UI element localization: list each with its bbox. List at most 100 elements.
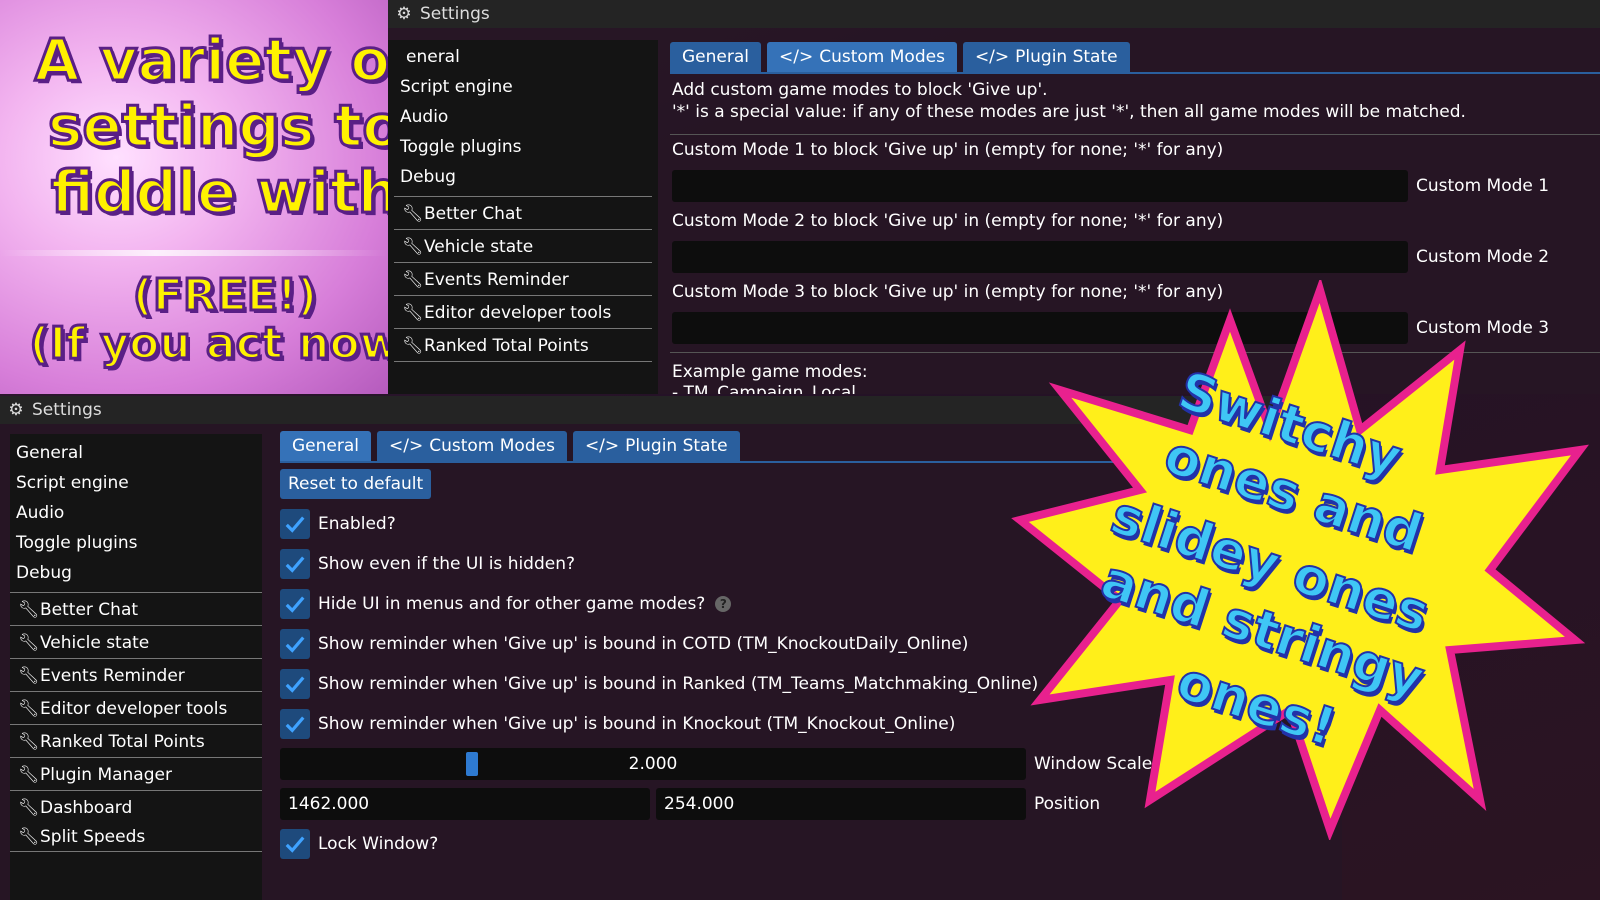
sidebar-item-audio[interactable]: Audio: [10, 498, 262, 528]
custom-mode-field-label: Custom Mode 2: [1416, 247, 1550, 267]
promo-line: fiddle with: [50, 157, 388, 228]
light-streak: [0, 250, 388, 256]
wrench-icon: 🔧︎: [402, 204, 424, 224]
knockout-reminder-checkbox[interactable]: [280, 709, 310, 739]
sidebar-item-plugin[interactable]: 🔧︎Events Reminder: [394, 263, 652, 296]
sidebar-item-debug[interactable]: Debug: [388, 162, 658, 192]
sidebar-item-plugin[interactable]: 🔧︎Ranked Total Points: [10, 725, 262, 758]
tab-general[interactable]: General: [670, 42, 761, 72]
tab-label: Plugin State: [1015, 47, 1118, 67]
custom-mode-1-input[interactable]: [672, 170, 1408, 202]
sidebar-item-label: Better Chat: [424, 204, 523, 224]
tab-bar: General </> Custom Modes </> Plugin State: [670, 42, 1130, 72]
ranked-reminder-checkbox[interactable]: [280, 669, 310, 699]
checkbox-label: Lock Window?: [318, 834, 439, 854]
sidebar-item-toggle-plugins[interactable]: Toggle plugins: [388, 132, 658, 162]
wrench-icon: 🔧︎: [18, 827, 40, 847]
starburst-callout: Switchy ones and slidey ones and stringy…: [1000, 280, 1590, 840]
tab-label: Custom Modes: [429, 436, 555, 456]
sidebar-item-label: Vehicle state: [40, 633, 150, 653]
sidebar-item-plugin[interactable]: 🔧︎Better Chat: [394, 197, 652, 230]
sidebar-item-general[interactable]: eneral: [388, 42, 658, 72]
checkbox-label: Enabled?: [318, 514, 396, 534]
promo-line: A variety of: [33, 25, 388, 96]
cotd-reminder-checkbox[interactable]: [280, 629, 310, 659]
checkbox-row: Show reminder when 'Give up' is bound in…: [280, 669, 1038, 699]
reset-to-default-button[interactable]: Reset to default: [280, 469, 432, 499]
sidebar-item-plugin[interactable]: 🔧︎Editor developer tools: [394, 296, 652, 329]
lock-window-checkbox[interactable]: [280, 829, 310, 859]
sidebar-item-audio[interactable]: Audio: [388, 102, 658, 132]
custom-mode-label: Custom Mode 1 to block 'Give up' in (emp…: [672, 140, 1224, 160]
wrench-icon: 🔧︎: [402, 336, 424, 356]
tab-underline: [670, 72, 1600, 74]
title-bar[interactable]: ⚙ Settings: [388, 0, 1600, 28]
sidebar-item-debug[interactable]: Debug: [10, 558, 262, 588]
checkbox-row: Hide UI in menus and for other game mode…: [280, 589, 732, 619]
sidebar-item-plugin[interactable]: 🔧︎Editor developer tools: [10, 692, 262, 725]
sidebar-item-plugin[interactable]: 🔧︎Split Speeds: [10, 823, 262, 852]
checkbox-label: Show reminder when 'Give up' is bound in…: [318, 714, 956, 734]
custom-mode-2-input[interactable]: [672, 241, 1408, 273]
slider-value: 2.000: [628, 754, 678, 774]
wrench-icon: 🔧︎: [18, 666, 40, 686]
sidebar-item-general[interactable]: General: [10, 438, 262, 468]
checkmark-icon: [285, 556, 305, 573]
sidebar-item-plugin[interactable]: 🔧︎Dashboard: [10, 791, 262, 823]
sidebar-item-script-engine[interactable]: Script engine: [388, 72, 658, 102]
sidebar-item-label: Ranked Total Points: [424, 336, 589, 356]
position-x-input[interactable]: 1462.000: [280, 788, 650, 820]
checkbox-row: Enabled?: [280, 509, 396, 539]
sidebar-item-plugin[interactable]: 🔧︎Ranked Total Points: [394, 329, 652, 362]
example-heading: Example game modes:: [672, 362, 868, 382]
sidebar-item-script-engine[interactable]: Script engine: [10, 468, 262, 498]
show-if-ui-hidden-checkbox[interactable]: [280, 549, 310, 579]
checkbox-row: Lock Window?: [280, 829, 438, 859]
enabled-checkbox[interactable]: [280, 509, 310, 539]
code-icon: </>: [389, 436, 424, 456]
sidebar-item-label: Editor developer tools: [424, 303, 612, 323]
wrench-icon: 🔧︎: [18, 633, 40, 653]
checkmark-icon: [285, 836, 305, 853]
checkmark-icon: [285, 596, 305, 613]
sidebar-item-label: Events Reminder: [40, 666, 185, 686]
position-y-input[interactable]: 254.000: [656, 788, 1026, 820]
code-icon: </>: [779, 47, 814, 67]
tab-plugin-state[interactable]: </> Plugin State: [572, 431, 740, 461]
sidebar-item-label: Editor developer tools: [40, 699, 228, 719]
tab-label: Plugin State: [625, 436, 728, 456]
code-icon: </>: [584, 436, 620, 456]
wrench-icon: 🔧︎: [18, 732, 40, 752]
code-icon: </>: [974, 47, 1010, 67]
sidebar-item-label: Events Reminder: [424, 270, 569, 290]
sidebar-item-plugin[interactable]: 🔧︎Plugin Manager: [10, 758, 262, 791]
wrench-icon: 🔧︎: [18, 600, 40, 620]
gear-icon: ⚙: [8, 400, 24, 420]
tab-general[interactable]: General: [280, 431, 371, 461]
divider: [670, 134, 1600, 135]
tab-plugin-state[interactable]: </> Plugin State: [962, 42, 1130, 72]
wrench-icon: 🔧︎: [402, 237, 424, 257]
checkbox-label: Show reminder when 'Give up' is bound in…: [318, 634, 969, 654]
wrench-icon: 🔧︎: [18, 798, 40, 818]
sidebar-item-plugin[interactable]: 🔧︎Vehicle state: [394, 230, 652, 263]
checkmark-icon: [285, 676, 305, 693]
tab-custom-modes[interactable]: </> Custom Modes: [377, 431, 567, 461]
sidebar-item-plugin[interactable]: 🔧︎Better Chat: [10, 593, 262, 626]
help-icon[interactable]: ?: [715, 596, 732, 612]
window-title: Settings: [32, 400, 102, 420]
intro-text: Add custom game modes to block 'Give up'…: [672, 80, 1048, 100]
custom-mode-field-label: Custom Mode 1: [1416, 176, 1550, 196]
checkbox-row: Show even if the UI is hidden?: [280, 549, 575, 579]
sidebar-item-toggle-plugins[interactable]: Toggle plugins: [10, 528, 262, 558]
gear-icon: ⚙: [396, 4, 412, 24]
sidebar-item-plugin[interactable]: 🔧︎Events Reminder: [10, 659, 262, 692]
window-scale-slider[interactable]: 2.000: [280, 748, 1026, 780]
sidebar-item-label: Dashboard: [40, 798, 133, 818]
sidebar-item-plugin[interactable]: 🔧︎Vehicle state: [10, 626, 262, 659]
hide-ui-in-menus-checkbox[interactable]: [280, 589, 310, 619]
intro-text: '*' is a special value: if any of these …: [672, 102, 1466, 122]
sidebar-item-label: Plugin Manager: [40, 765, 172, 785]
tab-custom-modes[interactable]: </> Custom Modes: [767, 42, 957, 72]
checkbox-row: Show reminder when 'Give up' is bound in…: [280, 709, 955, 739]
